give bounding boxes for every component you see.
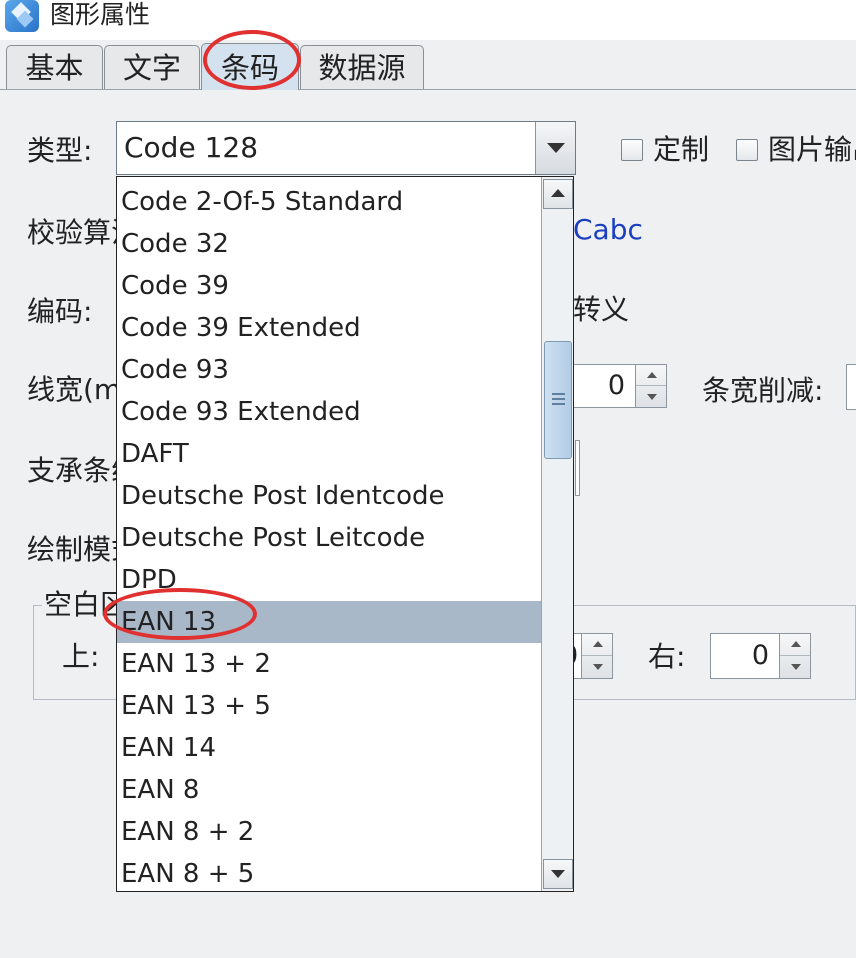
line-width-stepper[interactable] [635, 364, 667, 408]
stepper-down-button[interactable] [582, 656, 612, 678]
dropdown-option[interactable]: DPD [117, 559, 541, 601]
scroll-down-button[interactable] [543, 859, 573, 889]
custom-checkbox[interactable] [621, 139, 643, 161]
dropdown-option-selected[interactable]: EAN 13 [117, 601, 541, 643]
caret-down-icon [791, 664, 801, 670]
dropdown-scrollbar[interactable] [541, 177, 573, 891]
caret-up-icon [593, 641, 603, 647]
caret-down-icon [647, 394, 657, 400]
dropdown-option[interactable]: EAN 14 [117, 727, 541, 769]
arrow-down-icon [551, 870, 565, 878]
caret-up-icon [647, 372, 657, 378]
dropdown-option[interactable]: Code 39 Extended [117, 307, 541, 349]
stepper-up-button[interactable] [780, 634, 810, 656]
type-select-value: Code 128 [124, 131, 259, 164]
scroll-up-button[interactable] [543, 179, 573, 209]
dropdown-option[interactable]: EAN 8 + 2 [117, 811, 541, 853]
dropdown-option[interactable]: DAFT [117, 433, 541, 475]
dropdown-arrow-button[interactable] [535, 122, 575, 174]
top-label: 上: [62, 640, 100, 673]
dropdown-option[interactable]: Code 32 [117, 223, 541, 265]
dropdown-option[interactable]: Deutsche Post Leitcode [117, 517, 541, 559]
dropdown-option[interactable]: Deutsche Post Identcode [117, 475, 541, 517]
dropdown-option[interactable]: EAN 13 + 5 [117, 685, 541, 727]
dropdown-option[interactable]: Code 2-Of-5 Standard [117, 181, 541, 223]
bar-reduce-field[interactable] [846, 364, 856, 410]
dropdown-option[interactable]: Code 93 [117, 349, 541, 391]
dropdown-option[interactable]: EAN 8 + 5 [117, 853, 541, 895]
caret-down-icon [593, 664, 603, 670]
image-output-label: 图片输出 [768, 133, 856, 166]
arrow-up-icon [551, 189, 565, 197]
chevron-down-icon [547, 143, 565, 153]
image-output-checkbox[interactable] [736, 139, 758, 161]
tab-datasource[interactable]: 数据源 [300, 45, 424, 89]
app-logo-icon [5, 0, 39, 32]
dropdown-option[interactable]: Code 93 Extended [117, 391, 541, 433]
dropdown-option[interactable]: EAN 13 + 2 [117, 643, 541, 685]
barcode-type-dropdown[interactable]: Code 2-Of-5 Standard Code 32 Code 39 Cod… [116, 176, 574, 892]
stepper-up-button[interactable] [582, 634, 612, 656]
tab-barcode[interactable]: 条码 [201, 43, 299, 90]
window-title: 图形属性 [50, 0, 151, 29]
escape-label: 转义 [573, 293, 630, 326]
custom-label: 定制 [653, 133, 710, 166]
top-stepper[interactable] [581, 633, 613, 679]
type-select[interactable]: Code 128 [116, 121, 576, 175]
right-field[interactable]: 0 [710, 633, 780, 679]
support-bar-control[interactable] [575, 440, 580, 496]
tab-text[interactable]: 文字 [104, 45, 200, 89]
right-stepper[interactable] [779, 633, 811, 679]
scroll-thumb[interactable] [544, 341, 572, 459]
tab-strip: 基本 文字 条码 数据源 [0, 40, 856, 90]
right-label: 右: [648, 640, 686, 673]
dropdown-option[interactable]: Code 39 [117, 265, 541, 307]
bar-reduce-label: 条宽削减: [702, 374, 824, 407]
sample-value: Cabc [573, 213, 643, 246]
title-bar: 图形属性 [0, 0, 856, 40]
encoding-label: 编码: [27, 295, 93, 328]
tab-basic[interactable]: 基本 [6, 45, 103, 89]
type-label: 类型: [27, 134, 93, 167]
stepper-down-button[interactable] [780, 656, 810, 678]
stepper-down-button[interactable] [636, 386, 666, 407]
dropdown-option[interactable]: EAN 8 [117, 769, 541, 811]
caret-up-icon [791, 641, 801, 647]
stepper-up-button[interactable] [636, 365, 666, 386]
